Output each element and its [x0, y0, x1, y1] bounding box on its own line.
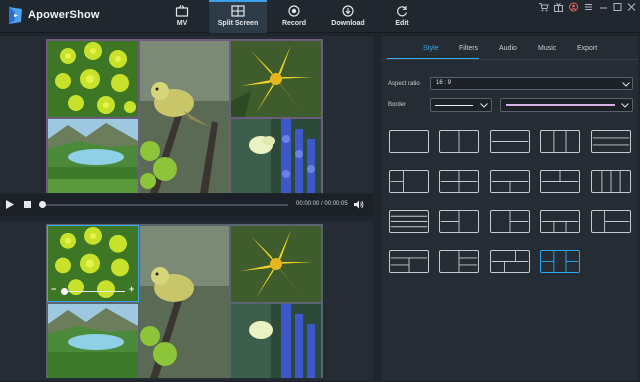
record-icon — [288, 5, 300, 17]
timecode: 00:00:00 / 00:00:05 — [296, 201, 348, 207]
chevron-down-icon — [621, 103, 629, 108]
border-color-swatch — [506, 104, 615, 106]
layout-option-selected[interactable] — [540, 250, 580, 273]
cell-lily-photo[interactable] — [231, 41, 321, 117]
layout-option[interactable] — [389, 250, 429, 273]
layout-option[interactable] — [591, 170, 631, 193]
border-style-select[interactable] — [430, 98, 492, 112]
layout-option[interactable] — [490, 130, 530, 153]
tab-filters[interactable]: Filters — [459, 45, 478, 52]
cell-flower-photo[interactable] — [48, 41, 138, 117]
layout-option[interactable] — [389, 170, 429, 193]
layout-option[interactable] — [540, 170, 580, 193]
editor-cell-bird[interactable] — [140, 226, 229, 378]
user-icon[interactable] — [568, 2, 579, 12]
zoom-in-button[interactable]: + — [129, 284, 134, 294]
cell-butterfly-photo[interactable] — [231, 119, 321, 193]
app-window: ApowerShow MV Split Screen Record Downlo… — [0, 0, 640, 382]
cell-landscape-photo[interactable] — [48, 119, 138, 193]
maximize-icon[interactable] — [612, 2, 623, 12]
nav-split-screen-label: Split Screen — [217, 20, 259, 27]
zoom-out-button[interactable]: − — [51, 284, 56, 294]
volume-icon[interactable] — [354, 200, 364, 209]
zoom-slider[interactable]: − + — [49, 284, 137, 297]
app-title: ApowerShow — [28, 9, 100, 21]
top-toolbar: ApowerShow MV Split Screen Record Downlo… — [0, 0, 640, 33]
tab-export[interactable]: Export — [577, 45, 597, 52]
chevron-down-icon — [622, 82, 630, 87]
menu-icon[interactable] — [583, 2, 594, 12]
tab-audio[interactable]: Audio — [499, 45, 517, 52]
border-label: Border — [388, 102, 407, 108]
mv-icon — [175, 5, 189, 17]
tab-style[interactable]: Style — [423, 45, 439, 52]
timeline-knob[interactable] — [39, 201, 46, 208]
layout-option[interactable] — [490, 210, 530, 233]
preview-canvas — [0, 36, 373, 193]
settings-panel: Style Filters Audio Music Export Aspect … — [381, 36, 638, 380]
split-screen-icon — [231, 5, 245, 17]
layout-editor-canvas — [0, 221, 373, 380]
apowershow-logo-icon — [9, 7, 22, 24]
layout-option[interactable] — [591, 130, 631, 153]
player-controls: 00:00:00 / 00:00:05 — [0, 194, 373, 216]
editor-cell-landscape[interactable] — [48, 304, 138, 378]
cell-bird-photo[interactable] — [140, 41, 229, 193]
layout-option[interactable] — [540, 130, 580, 153]
nav-mv[interactable]: MV — [165, 0, 199, 33]
play-icon[interactable] — [6, 200, 14, 209]
tab-music[interactable]: Music — [538, 45, 556, 52]
aspect-ratio-value: 16 : 9 — [436, 80, 452, 86]
layout-option[interactable] — [439, 250, 479, 273]
close-icon[interactable] — [626, 2, 637, 12]
editor-cell-lily[interactable] — [231, 226, 321, 302]
layout-option[interactable] — [490, 250, 530, 273]
nav-edit-label: Edit — [395, 20, 409, 27]
layout-option[interactable] — [490, 170, 530, 193]
border-line-preview — [435, 105, 473, 106]
edit-icon — [397, 6, 408, 17]
layout-option[interactable] — [389, 130, 429, 153]
tab-divider — [381, 59, 638, 60]
editor-cell-butterfly[interactable] — [231, 304, 321, 378]
nav-edit[interactable]: Edit — [388, 0, 416, 33]
layout-option[interactable] — [591, 210, 631, 233]
nav-download[interactable]: Download — [326, 0, 370, 33]
layout-option[interactable] — [439, 210, 479, 233]
nav-record[interactable]: Record — [276, 0, 312, 33]
zoom-track[interactable] — [61, 291, 125, 292]
gift-icon[interactable] — [553, 2, 564, 12]
layout-option[interactable] — [389, 210, 429, 233]
border-color-select[interactable] — [500, 98, 633, 112]
editor-grid — [46, 224, 323, 378]
aspect-ratio-select[interactable]: 16 : 9 — [430, 77, 633, 90]
nav-record-label: Record — [281, 20, 307, 27]
download-icon — [342, 5, 354, 17]
stop-icon[interactable] — [24, 201, 31, 208]
aspect-ratio-label: Aspect ratio — [388, 81, 420, 87]
split-screen-grid — [46, 39, 323, 193]
cart-icon[interactable] — [538, 2, 549, 12]
timeline-track[interactable] — [42, 204, 288, 206]
nav-download-label: Download — [331, 20, 365, 27]
minimize-icon[interactable] — [598, 2, 609, 12]
layout-option[interactable] — [540, 210, 580, 233]
layout-option[interactable] — [439, 170, 479, 193]
zoom-knob[interactable] — [61, 288, 68, 295]
layout-option[interactable] — [439, 130, 479, 153]
nav-mv-label: MV — [176, 20, 188, 27]
nav-split-screen[interactable]: Split Screen — [209, 0, 267, 33]
chevron-down-icon — [480, 103, 488, 108]
